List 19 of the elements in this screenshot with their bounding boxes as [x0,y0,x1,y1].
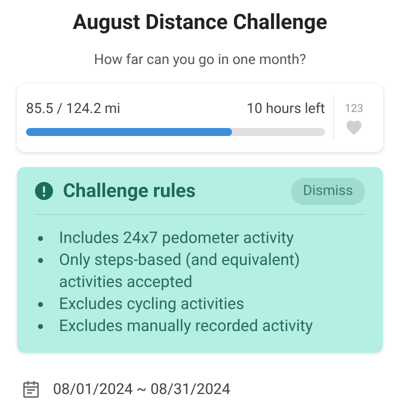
bullet-icon [38,236,43,240]
page-title: August Distance Challenge [72,10,328,37]
rule-text: Excludes cycling activities [59,292,246,314]
rules-title: Challenge rules [63,178,196,204]
page-subtitle: How far can you go in one month? [94,50,306,70]
date-range: 08/01/2024 ~ 08/31/2024 [53,378,230,400]
time-left-text: 10 hours left [246,100,325,120]
alert-icon [35,182,53,200]
bullet-icon [38,302,43,306]
rule-text: Only steps-based (and equivalent) activities accepted [59,248,301,292]
dismiss-button[interactable]: Dismiss [291,178,365,205]
rule-text: Includes 24x7 pedometer activity [59,226,295,248]
distance-text: 85.5 / 124.2 mi [26,100,120,120]
bullet-icon [38,324,43,328]
calendar-icon [23,380,39,398]
bullet-icon [38,258,43,262]
heart-icon[interactable] [345,119,363,135]
like-count: 123 [344,100,364,116]
rule-text: Excludes manually recorded activity [59,314,314,336]
